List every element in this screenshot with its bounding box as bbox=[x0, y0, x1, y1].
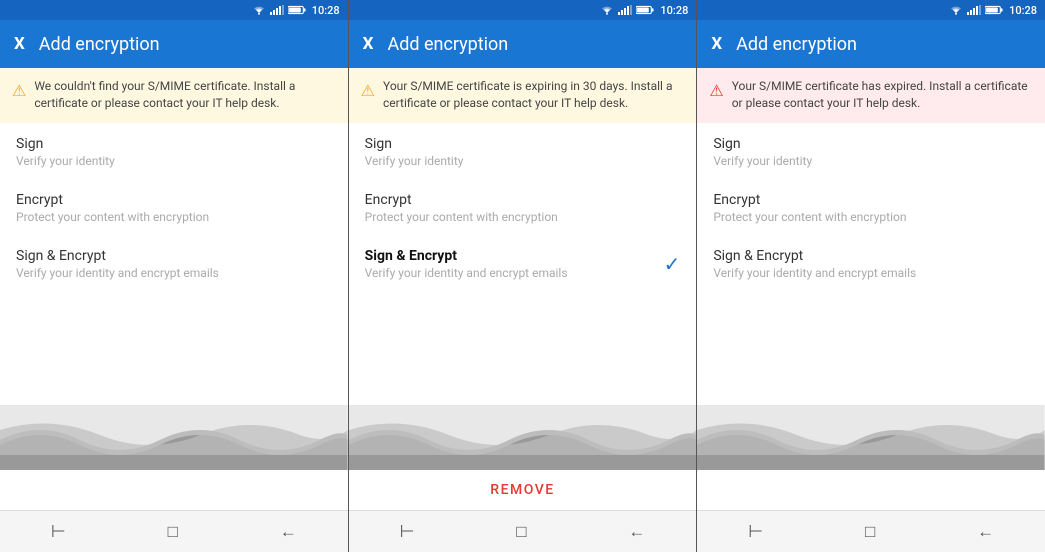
option-item-1[interactable]: Encrypt Protect your content with encryp… bbox=[697, 179, 1045, 235]
option-item-2[interactable]: Sign & Encrypt Verify your identity and … bbox=[697, 235, 1045, 291]
status-bar: 10:28 bbox=[697, 0, 1045, 20]
check-icon: ✓ bbox=[664, 252, 681, 276]
option-subtitle: Verify your identity bbox=[365, 154, 464, 168]
home-icon[interactable]: □ bbox=[857, 514, 883, 550]
option-text: Sign & Encrypt Verify your identity and … bbox=[16, 248, 219, 280]
wifi-icon bbox=[949, 5, 963, 15]
bottom-spacer bbox=[697, 470, 1045, 510]
option-title: Sign bbox=[365, 136, 464, 152]
status-bar: 10:28 bbox=[349, 0, 697, 20]
close-button[interactable]: X bbox=[363, 34, 374, 54]
alert-message: We couldn't find your S/MIME certificate… bbox=[34, 78, 335, 113]
option-title: Encrypt bbox=[713, 192, 906, 208]
remove-button[interactable]: REMOVE bbox=[349, 470, 697, 510]
alert-banner: ⚠ Your S/MIME certificate is expiring in… bbox=[349, 68, 697, 123]
app-bar: X Add encryption bbox=[0, 20, 348, 68]
battery-icon bbox=[985, 5, 1003, 15]
alert-icon: ⚠ bbox=[709, 79, 723, 102]
wave-decoration bbox=[697, 405, 1045, 470]
alert-banner: ⚠ Your S/MIME certificate has expired. I… bbox=[697, 68, 1045, 123]
app-bar-title: Add encryption bbox=[387, 34, 682, 55]
option-subtitle: Verify your identity and encrypt emails bbox=[16, 266, 219, 280]
option-text: Encrypt Protect your content with encryp… bbox=[713, 192, 906, 224]
recent-apps-icon[interactable]: ⊢ bbox=[392, 514, 423, 550]
close-button[interactable]: X bbox=[14, 34, 25, 54]
option-title: Sign & Encrypt bbox=[365, 248, 568, 264]
nav-bar: ⊢ □ ← bbox=[697, 510, 1045, 552]
wave-decoration bbox=[349, 405, 697, 470]
option-item-1[interactable]: Encrypt Protect your content with encryp… bbox=[349, 179, 697, 235]
signal-icon bbox=[618, 5, 632, 15]
alert-icon: ⚠ bbox=[361, 79, 375, 102]
option-text: Sign Verify your identity bbox=[713, 136, 812, 168]
option-title: Sign & Encrypt bbox=[713, 248, 916, 264]
wave-decoration bbox=[0, 405, 348, 470]
option-text: Sign & Encrypt Verify your identity and … bbox=[365, 248, 568, 280]
wifi-icon bbox=[600, 5, 614, 15]
option-subtitle: Verify your identity and encrypt emails bbox=[365, 266, 568, 280]
options-list: Sign Verify your identity Encrypt Protec… bbox=[0, 123, 348, 405]
status-bar: 10:28 bbox=[0, 0, 348, 20]
option-subtitle: Verify your identity bbox=[713, 154, 812, 168]
option-subtitle: Protect your content with encryption bbox=[713, 210, 906, 224]
battery-icon bbox=[288, 5, 306, 15]
signal-icon bbox=[967, 5, 981, 15]
status-time: 10:28 bbox=[312, 4, 340, 17]
recent-apps-icon[interactable]: ⊢ bbox=[43, 514, 74, 550]
option-item-2[interactable]: Sign & Encrypt Verify your identity and … bbox=[349, 235, 697, 291]
option-item-0[interactable]: Sign Verify your identity bbox=[349, 123, 697, 179]
nav-bar: ⊢ □ ← bbox=[349, 510, 697, 552]
option-text: Sign Verify your identity bbox=[16, 136, 115, 168]
phone-screen-1: 10:28 X Add encryption ⚠ We couldn't fin… bbox=[0, 0, 349, 552]
alert-icon: ⚠ bbox=[12, 79, 26, 102]
close-button[interactable]: X bbox=[711, 34, 722, 54]
back-icon[interactable]: ← bbox=[969, 514, 1002, 550]
recent-apps-icon[interactable]: ⊢ bbox=[740, 514, 771, 550]
alert-message: Your S/MIME certificate is expiring in 3… bbox=[383, 78, 684, 113]
option-title: Sign bbox=[713, 136, 812, 152]
alert-banner: ⚠ We couldn't find your S/MIME certifica… bbox=[0, 68, 348, 123]
home-icon[interactable]: □ bbox=[160, 514, 186, 550]
option-title: Sign & Encrypt bbox=[16, 248, 219, 264]
options-list: Sign Verify your identity Encrypt Protec… bbox=[697, 123, 1045, 405]
option-title: Sign bbox=[16, 136, 115, 152]
option-subtitle: Verify your identity and encrypt emails bbox=[713, 266, 916, 280]
option-title: Encrypt bbox=[16, 192, 209, 208]
back-icon[interactable]: ← bbox=[272, 514, 305, 550]
app-bar-title: Add encryption bbox=[736, 34, 1031, 55]
home-icon[interactable]: □ bbox=[508, 514, 534, 550]
phone-screen-2: 10:28 X Add encryption ⚠ Your S/MIME cer… bbox=[349, 0, 698, 552]
options-list: Sign Verify your identity Encrypt Protec… bbox=[349, 123, 697, 405]
signal-icon bbox=[270, 5, 284, 15]
back-icon[interactable]: ← bbox=[620, 514, 653, 550]
option-text: Encrypt Protect your content with encryp… bbox=[365, 192, 558, 224]
status-time: 10:28 bbox=[660, 4, 688, 17]
alert-message: Your S/MIME certificate has expired. Ins… bbox=[732, 78, 1033, 113]
status-time: 10:28 bbox=[1009, 4, 1037, 17]
app-bar: X Add encryption bbox=[697, 20, 1045, 68]
option-item-2[interactable]: Sign & Encrypt Verify your identity and … bbox=[0, 235, 348, 291]
option-text: Encrypt Protect your content with encryp… bbox=[16, 192, 209, 224]
app-bar-title: Add encryption bbox=[39, 34, 334, 55]
option-item-0[interactable]: Sign Verify your identity bbox=[697, 123, 1045, 179]
nav-bar: ⊢ □ ← bbox=[0, 510, 348, 552]
option-text: Sign & Encrypt Verify your identity and … bbox=[713, 248, 916, 280]
option-subtitle: Verify your identity bbox=[16, 154, 115, 168]
option-text: Sign Verify your identity bbox=[365, 136, 464, 168]
option-subtitle: Protect your content with encryption bbox=[16, 210, 209, 224]
battery-icon bbox=[636, 5, 654, 15]
app-bar: X Add encryption bbox=[349, 20, 697, 68]
option-item-1[interactable]: Encrypt Protect your content with encryp… bbox=[0, 179, 348, 235]
bottom-spacer bbox=[0, 470, 348, 510]
option-subtitle: Protect your content with encryption bbox=[365, 210, 558, 224]
phone-screen-3: 10:28 X Add encryption ⚠ Your S/MIME cer… bbox=[697, 0, 1045, 552]
option-title: Encrypt bbox=[365, 192, 558, 208]
option-item-0[interactable]: Sign Verify your identity bbox=[0, 123, 348, 179]
wifi-icon bbox=[252, 5, 266, 15]
